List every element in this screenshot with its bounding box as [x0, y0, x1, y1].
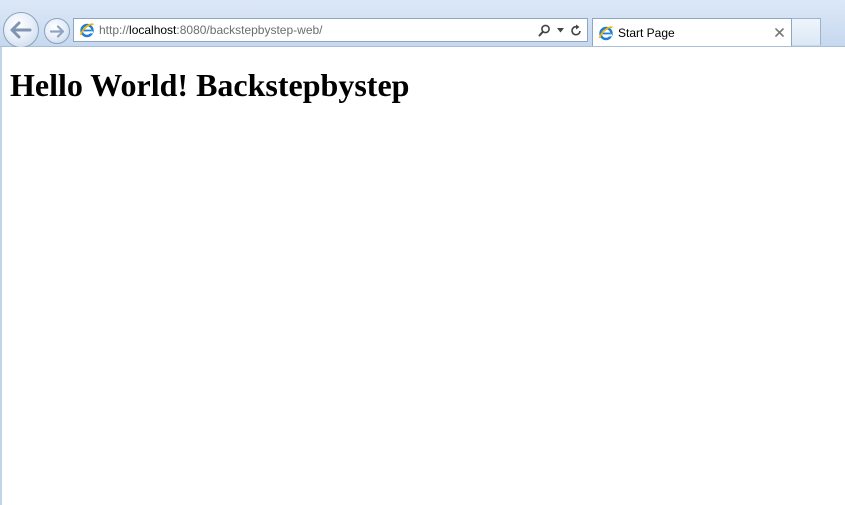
- url-prefix: http://: [99, 23, 130, 37]
- ie-logo-icon: [598, 25, 614, 41]
- page-heading: Hello World! Backstepbystep: [10, 67, 410, 103]
- page-content: Hello World! Backstepbystep: [0, 47, 845, 505]
- forward-arrow-icon: [49, 24, 65, 38]
- browser-window: http://localhost:8080/backstepbystep-web…: [0, 0, 845, 505]
- address-tools: [538, 24, 582, 37]
- close-icon[interactable]: [773, 27, 785, 39]
- browser-toolbar: http://localhost:8080/backstepbystep-web…: [0, 0, 845, 48]
- back-arrow-icon: [10, 21, 32, 39]
- chevron-down-icon[interactable]: [557, 27, 564, 33]
- new-tab-button[interactable]: [792, 18, 821, 45]
- url-text[interactable]: http://localhost:8080/backstepbystep-web…: [99, 23, 538, 37]
- search-icon[interactable]: [538, 24, 551, 37]
- url-rest: :8080/backstepbystep-web/: [176, 23, 323, 37]
- tab-start-page[interactable]: Start Page: [592, 18, 792, 46]
- refresh-icon[interactable]: [570, 24, 582, 37]
- address-bar[interactable]: http://localhost:8080/backstepbystep-web…: [73, 18, 588, 42]
- tab-title: Start Page: [618, 25, 675, 40]
- ie-logo-icon: [79, 22, 95, 38]
- forward-button[interactable]: [44, 18, 70, 44]
- back-button[interactable]: [3, 12, 39, 48]
- url-host: localhost: [129, 23, 177, 37]
